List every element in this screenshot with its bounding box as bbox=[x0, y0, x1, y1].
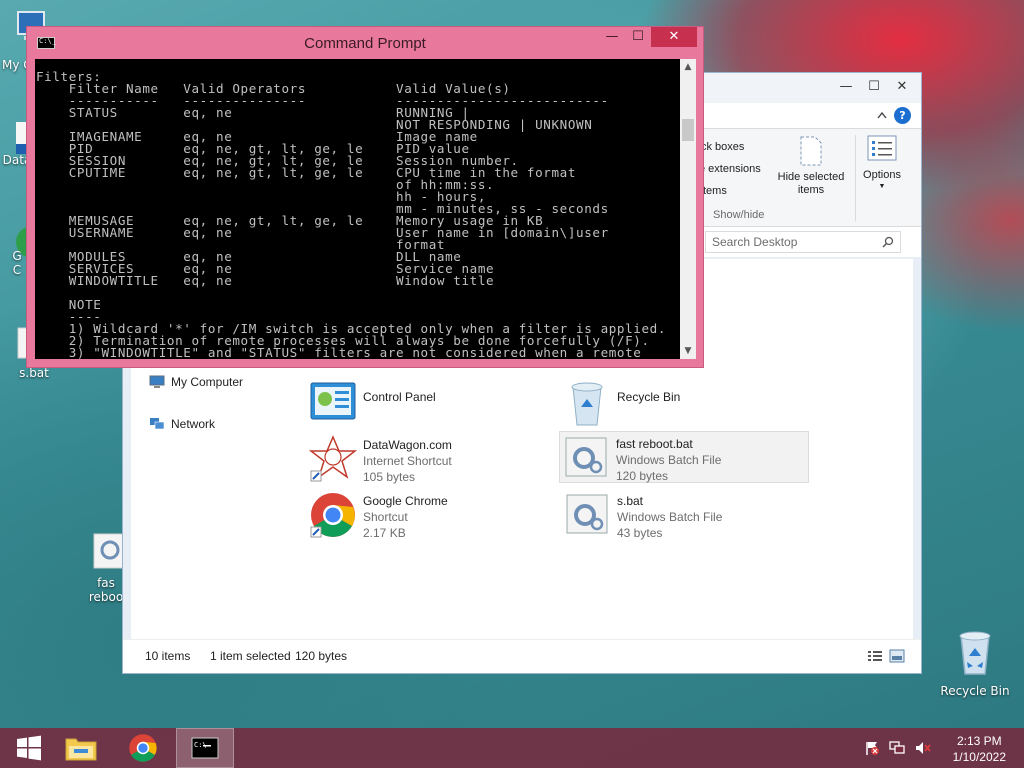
volume-muted-icon[interactable] bbox=[914, 740, 932, 756]
status-bar: 10 items 1 item selected 120 bytes bbox=[123, 639, 921, 673]
desktop-icon-recycle-bin[interactable]: Recycle Bin bbox=[940, 628, 1010, 698]
file-name: Google Chrome bbox=[363, 494, 448, 508]
help-icon[interactable]: ? bbox=[894, 107, 911, 124]
computer-icon bbox=[149, 375, 165, 388]
console-line: NOTE bbox=[36, 297, 102, 312]
hide-items-icon bbox=[800, 136, 822, 166]
clock-time: 2:13 PM bbox=[956, 734, 1002, 748]
console-line: WINDOWTITLE eq, ne Window title bbox=[36, 273, 495, 288]
file-type: Windows Batch File bbox=[617, 510, 723, 524]
chrome-icon bbox=[129, 734, 157, 762]
hide-selected-label: Hide selected items bbox=[777, 171, 845, 196]
nav-item-network[interactable]: Network bbox=[149, 417, 215, 431]
file-name-extensions-option[interactable]: e extensions bbox=[699, 163, 761, 175]
desktop-icon-label: fas reboo bbox=[88, 576, 124, 604]
folder-icon bbox=[65, 738, 97, 761]
recycle-bin-icon bbox=[571, 382, 603, 426]
cmd-maximize-button[interactable]: ☐ bbox=[625, 27, 651, 47]
cmd-title-bar[interactable]: Command Prompt — ☐ ✕ bbox=[27, 27, 703, 59]
item-check-boxes-option[interactable]: ck boxes bbox=[701, 141, 744, 153]
action-center-flag-icon[interactable] bbox=[864, 740, 880, 756]
console-scrollbar[interactable]: ▲ ▼ bbox=[680, 59, 696, 359]
taskbar-clock[interactable]: 2:13 PM 1/10/2022 bbox=[953, 733, 1006, 765]
nav-item-label: Network bbox=[171, 417, 216, 431]
file-name: Recycle Bin bbox=[617, 390, 681, 404]
hidden-items-option[interactable]: tems bbox=[703, 185, 727, 197]
file-name: Control Panel bbox=[363, 390, 436, 404]
batch-file-icon bbox=[566, 494, 608, 534]
chevron-down-icon: ▼ bbox=[878, 183, 886, 190]
control-panel-icon bbox=[310, 382, 356, 420]
scrollbar-thumb[interactable] bbox=[682, 119, 694, 141]
hide-selected-items-button[interactable]: Hide selected items bbox=[773, 135, 849, 197]
desktop-icon-fast-reboot[interactable]: fas reboo bbox=[86, 532, 126, 604]
status-selected: 1 item selected bbox=[210, 649, 291, 663]
file-item-fast-reboot-bat[interactable]: fast reboot.bat Windows Batch File 120 b… bbox=[559, 431, 809, 483]
search-box[interactable]: Search Desktop bbox=[705, 231, 901, 253]
cmd-close-button[interactable]: ✕ bbox=[651, 27, 697, 47]
file-item-datawagon[interactable]: DataWagon.com Internet Shortcut 105 byte… bbox=[307, 433, 557, 485]
explorer-maximize-button[interactable]: ☐ bbox=[861, 77, 887, 97]
file-type: Windows Batch File bbox=[616, 453, 722, 467]
file-type: Shortcut bbox=[363, 510, 408, 524]
console-output[interactable]: Filters: Filter Name Valid Operators Val… bbox=[35, 59, 680, 359]
status-size: 120 bytes bbox=[295, 649, 348, 663]
desktop-icon-label: Recycle Bin bbox=[940, 684, 1010, 698]
file-size: 105 bytes bbox=[363, 470, 416, 484]
taskbar-google-chrome[interactable] bbox=[114, 728, 172, 768]
chevron-up-icon[interactable] bbox=[877, 111, 887, 119]
large-icons-view-icon[interactable] bbox=[889, 649, 905, 663]
taskbar-file-explorer[interactable] bbox=[52, 728, 110, 768]
file-item-recycle-bin[interactable]: Recycle Bin bbox=[561, 377, 811, 429]
file-size: 2.17 KB bbox=[363, 526, 406, 540]
console-line: 3) "WINDOWTITLE" and "STATUS" filters ar… bbox=[36, 345, 642, 359]
file-name: s.bat bbox=[617, 494, 644, 508]
command-prompt-window: Command Prompt — ☐ ✕ Filters: Filter Nam… bbox=[26, 26, 704, 368]
console-icon: C:\ bbox=[191, 737, 219, 759]
search-icon[interactable] bbox=[882, 236, 894, 248]
network-icon bbox=[150, 418, 165, 430]
options-icon bbox=[867, 135, 897, 161]
explorer-minimize-button[interactable]: — bbox=[833, 77, 859, 97]
nav-item-label: My Computer bbox=[171, 375, 244, 389]
options-button[interactable]: Options ▼ bbox=[857, 135, 907, 192]
taskbar-command-prompt[interactable]: C:\ bbox=[176, 728, 234, 768]
recycle-bin-icon bbox=[959, 631, 991, 675]
nav-item-my-computer[interactable]: My Computer bbox=[149, 375, 243, 389]
file-name: fast reboot.bat bbox=[616, 437, 693, 451]
cmd-minimize-button[interactable]: — bbox=[599, 27, 625, 47]
ribbon-group-label: Show/hide bbox=[713, 209, 765, 221]
batch-file-icon bbox=[93, 533, 125, 569]
details-view-icon[interactable] bbox=[867, 649, 883, 663]
scroll-down-icon[interactable]: ▼ bbox=[680, 343, 696, 359]
desktop-icon-label: s.bat bbox=[19, 366, 49, 380]
system-tray bbox=[864, 740, 932, 756]
file-item-control-panel[interactable]: Control Panel bbox=[307, 377, 557, 429]
file-type: Internet Shortcut bbox=[363, 454, 452, 468]
network-icon[interactable] bbox=[888, 740, 906, 756]
options-label: Options bbox=[863, 169, 901, 181]
chrome-icon bbox=[310, 493, 355, 538]
taskbar: C:\ 2:13 PM 1/10/2022 bbox=[0, 728, 1024, 768]
internet-shortcut-icon bbox=[309, 435, 357, 482]
explorer-close-button[interactable]: ✕ bbox=[889, 77, 915, 97]
file-item-s-bat[interactable]: s.bat Windows Batch File 43 bytes bbox=[561, 489, 811, 541]
file-size: 43 bytes bbox=[617, 526, 663, 540]
start-button[interactable] bbox=[0, 728, 58, 768]
search-input[interactable]: Search Desktop bbox=[712, 235, 797, 249]
clock-date: 1/10/2022 bbox=[952, 750, 1006, 764]
file-size: 120 bytes bbox=[616, 469, 669, 483]
status-item-count: 10 items bbox=[145, 649, 191, 663]
batch-file-icon bbox=[565, 437, 607, 477]
file-item-google-chrome[interactable]: Google Chrome Shortcut 2.17 KB bbox=[307, 489, 557, 541]
scroll-up-icon[interactable]: ▲ bbox=[680, 59, 696, 75]
file-name: DataWagon.com bbox=[363, 438, 452, 452]
ribbon-separator bbox=[855, 135, 856, 221]
windows-logo-icon bbox=[17, 735, 41, 761]
